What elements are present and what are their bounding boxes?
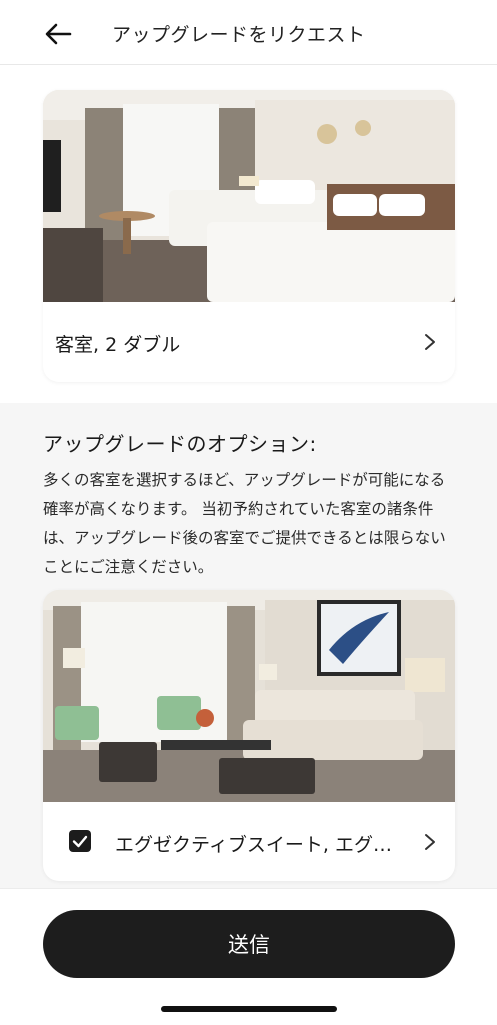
- checkmark-icon: [72, 835, 88, 848]
- submit-button[interactable]: 送信: [43, 910, 455, 978]
- page-title: アップグレードをリクエスト: [112, 24, 366, 46]
- current-room-name: 客室, 2 ダブル: [55, 334, 181, 356]
- arrow-left-icon: [45, 23, 72, 45]
- options-description: 多くの客室を選択するほど、アップグレードが可能になる確率が高くなります。 当初予…: [43, 471, 446, 576]
- back-button[interactable]: [40, 18, 76, 50]
- chevron-right-icon: [425, 334, 435, 350]
- upgrade-option-card[interactable]: エグゼクティブスイート, エグゼクティブラウンジアクセス: [43, 590, 455, 881]
- upgrade-option-name: エグゼクティブスイート, エグゼクティブラウンジアクセス: [115, 834, 401, 856]
- current-room-row[interactable]: 客室, 2 ダブル: [43, 302, 455, 382]
- suite-photo: [43, 590, 455, 802]
- options-title: アップグレードのオプション:: [43, 432, 317, 456]
- room-photo: [43, 90, 455, 302]
- upgrade-option-checkbox[interactable]: [69, 830, 91, 852]
- app-header: アップグレードをリクエスト: [0, 0, 497, 65]
- home-indicator[interactable]: [161, 1006, 337, 1012]
- upgrade-option-row[interactable]: エグゼクティブスイート, エグゼクティブラウンジアクセス: [43, 802, 455, 881]
- current-room-card[interactable]: 客室, 2 ダブル: [43, 90, 455, 382]
- chevron-right-icon: [425, 834, 435, 850]
